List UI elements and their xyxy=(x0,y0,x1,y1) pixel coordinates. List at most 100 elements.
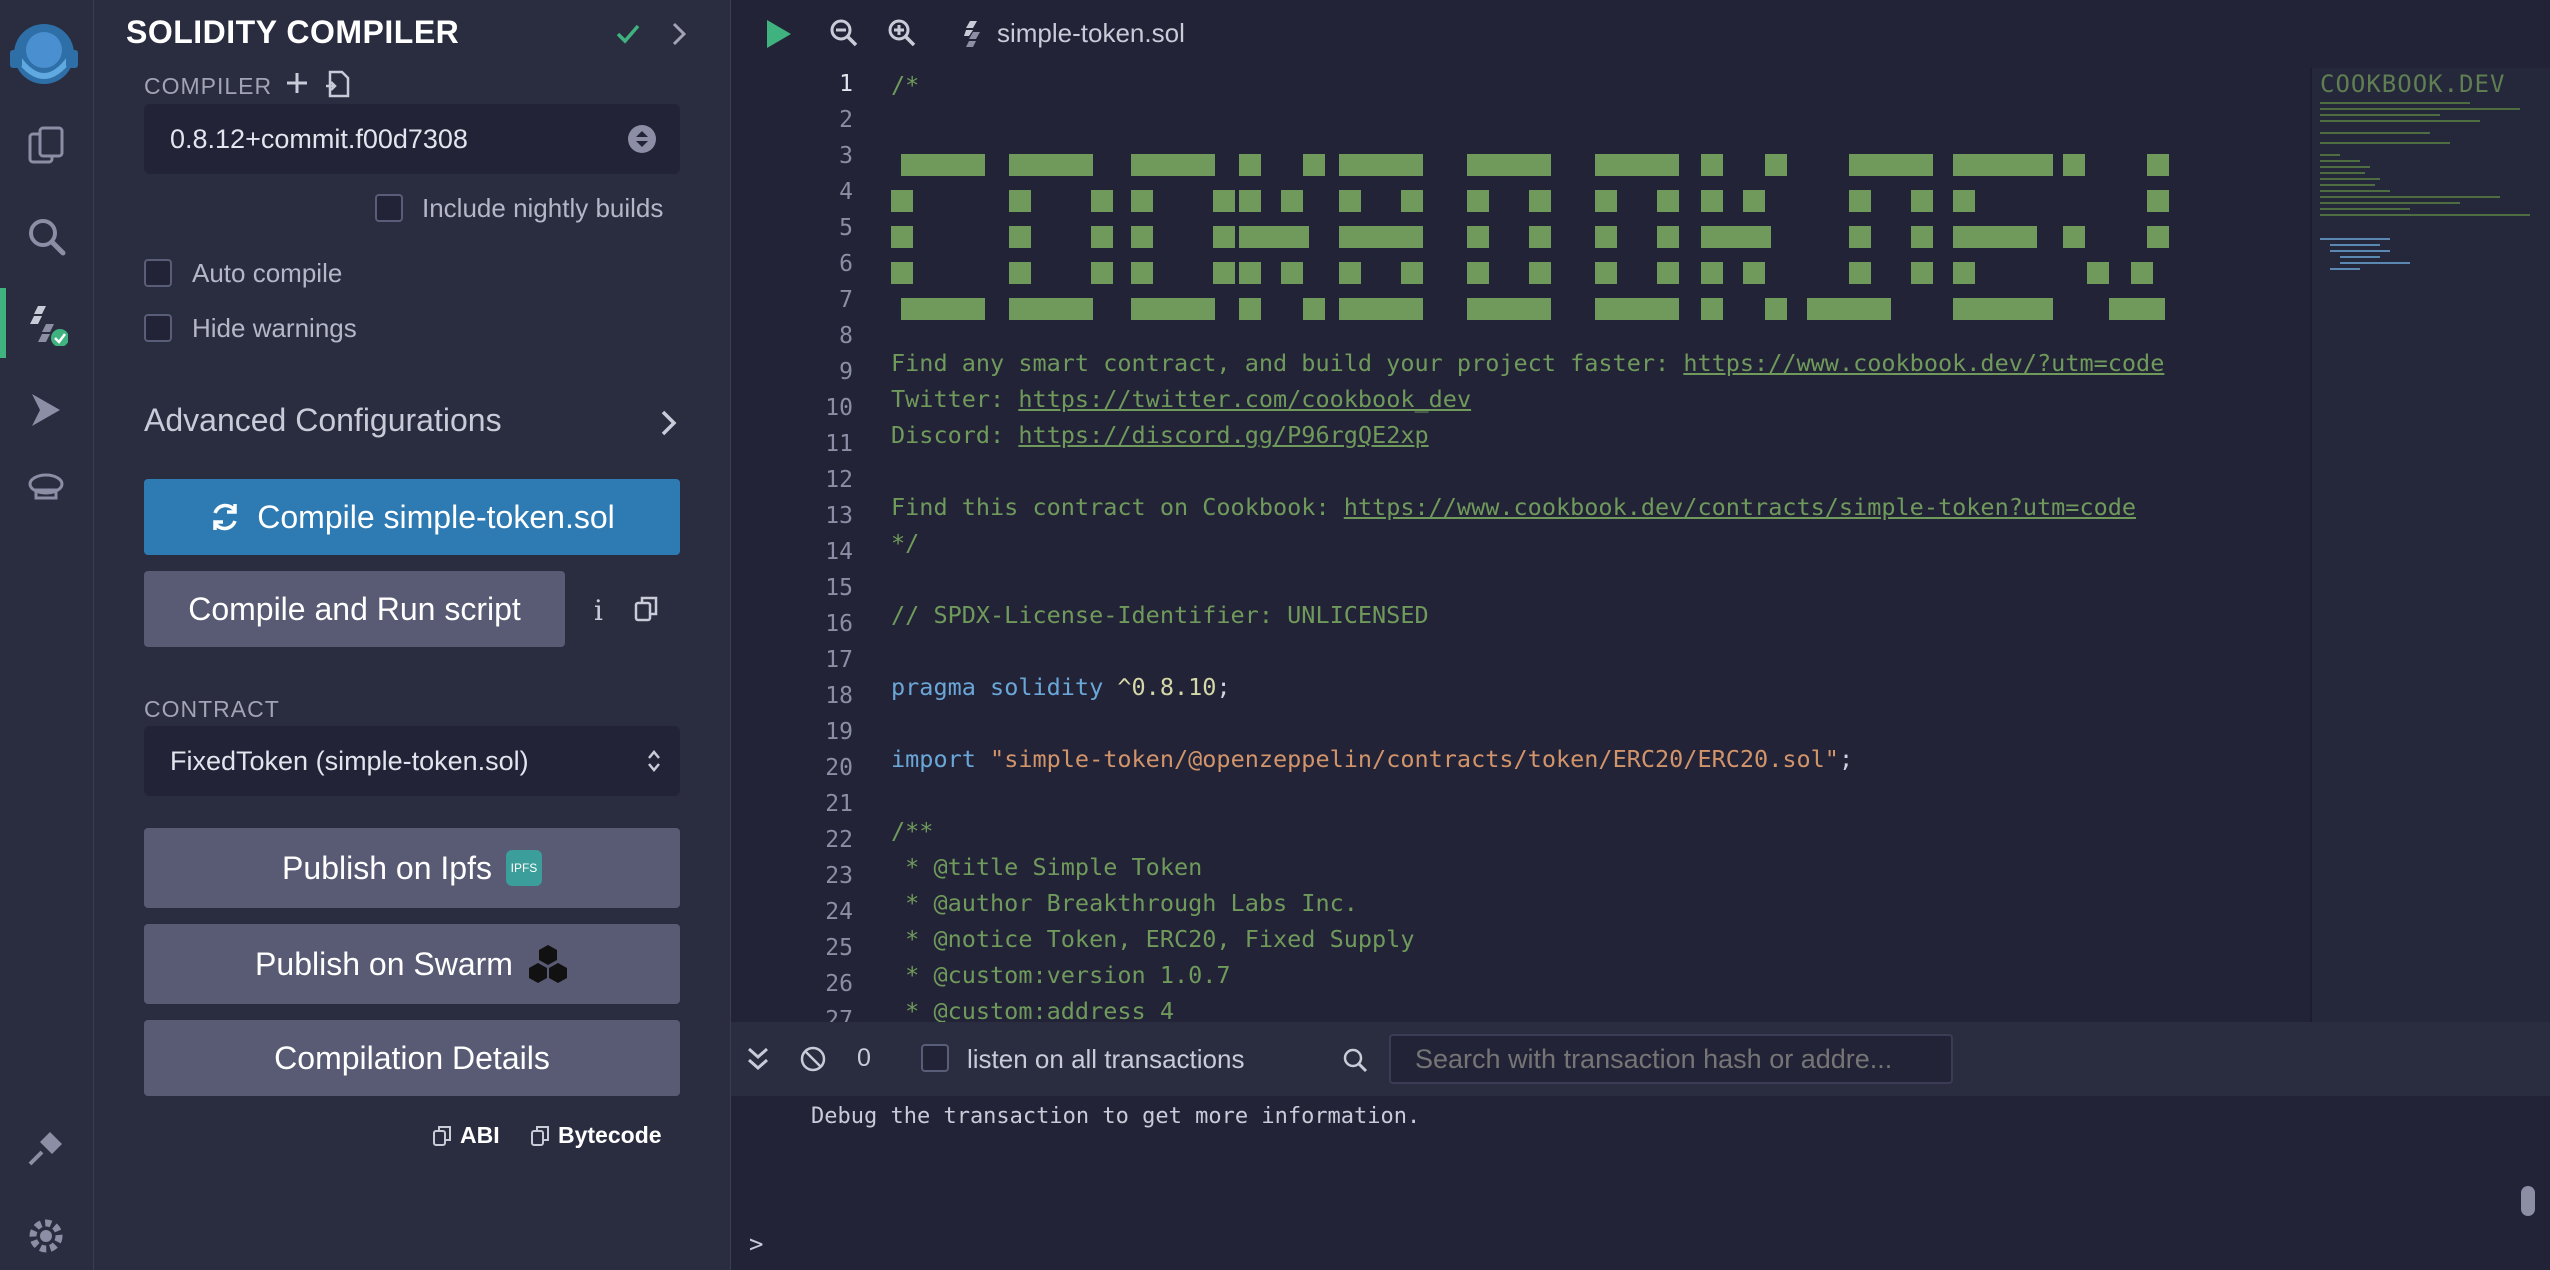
check-icon xyxy=(614,20,642,53)
line-number: 3 xyxy=(839,143,853,169)
line-number: 13 xyxy=(825,503,853,529)
editor-minimap[interactable]: COOKBOOK.DEV xyxy=(2310,68,2550,1022)
compiler-label: COMPILER xyxy=(144,73,273,99)
bytecode-label: Bytecode xyxy=(558,1122,662,1148)
publish-swarm-button[interactable]: Publish on Swarm xyxy=(144,924,680,1004)
remix-logo-icon[interactable] xyxy=(4,14,84,94)
plugin-manager-icon[interactable] xyxy=(18,1120,74,1176)
line-number: 6 xyxy=(839,251,853,277)
solidity-file-icon xyxy=(964,20,980,47)
icon-rail xyxy=(0,0,94,1270)
auto-compile-checkbox[interactable] xyxy=(144,259,172,287)
abi-label: ABI xyxy=(460,1122,500,1148)
chevron-right-icon[interactable] xyxy=(668,20,692,53)
code-line: * @custom:address 4 xyxy=(891,997,1174,1022)
clear-console-icon[interactable] xyxy=(799,1045,827,1078)
line-number: 1 xyxy=(839,71,853,97)
line-number: 21 xyxy=(825,791,853,817)
listen-all-transactions-checkbox[interactable] xyxy=(921,1044,949,1072)
compiler-version-value: 0.8.12+commit.f00d7308 xyxy=(170,123,468,154)
minimap-code-preview xyxy=(2320,102,2530,270)
line-number: 7 xyxy=(839,287,853,313)
hide-warnings-label: Hide warnings xyxy=(192,313,357,343)
chevron-right-icon xyxy=(658,408,680,443)
code-line: Find this contract on Cookbook: https://… xyxy=(891,493,2137,521)
code-line: Twitter: https://twitter.com/cookbook_de… xyxy=(891,385,1472,413)
line-number: 20 xyxy=(825,755,853,781)
line-number: 4 xyxy=(839,179,853,205)
contract-select[interactable]: FixedToken (simple-token.sol) xyxy=(144,726,680,796)
line-number: 8 xyxy=(839,323,853,349)
terminal-toolbar: 0 listen on all transactions xyxy=(731,1022,2550,1096)
advanced-configurations-label: Advanced Configurations xyxy=(144,402,502,438)
line-number: 24 xyxy=(825,899,853,925)
code-line: * @title Simple Token xyxy=(891,853,1203,881)
copy-abi-button[interactable]: ABI xyxy=(432,1122,500,1149)
line-number: 14 xyxy=(825,539,853,565)
deploy-run-icon[interactable] xyxy=(18,382,74,438)
contract-link[interactable]: https://www.cookbook.dev/contracts/simpl… xyxy=(1344,493,2136,521)
contract-select-value: FixedToken (simple-token.sol) xyxy=(170,745,529,776)
terminal-message: Debug the transaction to get more inform… xyxy=(811,1104,1421,1129)
search-icon[interactable] xyxy=(18,208,74,264)
swarm-logo-icon xyxy=(527,943,569,985)
panel-title: SOLIDITY COMPILER xyxy=(126,14,460,50)
compile-button-label: Compile simple-token.sol xyxy=(257,498,615,535)
code-line: pragma solidity ^0.8.10; xyxy=(891,673,1231,701)
compile-run-script-label: Compile and Run script xyxy=(188,590,521,627)
line-number: 9 xyxy=(839,359,853,385)
hide-warnings-checkbox[interactable] xyxy=(144,314,172,342)
add-compiler-icon[interactable] xyxy=(284,70,310,101)
load-compiler-file-icon[interactable] xyxy=(324,70,350,103)
line-number: 16 xyxy=(825,611,853,637)
auto-compile-label: Auto compile xyxy=(192,258,343,288)
cookbook-link[interactable]: https://www.cookbook.dev/?utm=code xyxy=(1683,349,2164,377)
line-number: 23 xyxy=(825,863,853,889)
line-number: 18 xyxy=(825,683,853,709)
line-number: 11 xyxy=(825,431,853,457)
publish-ipfs-button[interactable]: Publish on Ipfs IPFS xyxy=(144,828,680,908)
code-line: * @author Breakthrough Labs Inc. xyxy=(891,889,1358,917)
line-number: 17 xyxy=(825,647,853,673)
zoom-in-icon[interactable] xyxy=(887,18,917,53)
file-tab[interactable]: simple-token.sol xyxy=(963,18,1185,49)
compile-run-script-button[interactable]: Compile and Run script xyxy=(144,571,565,647)
terminal-output[interactable]: Debug the transaction to get more inform… xyxy=(731,1096,2550,1270)
twitter-link[interactable]: https://twitter.com/cookbook_dev xyxy=(1018,385,1471,413)
advanced-configurations-toggle[interactable]: Advanced Configurations xyxy=(144,398,680,446)
nightly-builds-label: Include nightly builds xyxy=(422,193,664,223)
copy-icon xyxy=(531,1125,549,1146)
run-play-icon[interactable] xyxy=(763,18,793,55)
copy-icon xyxy=(433,1125,451,1146)
compilation-details-button[interactable]: Compilation Details xyxy=(144,1020,680,1096)
listen-all-transactions-label: listen on all transactions xyxy=(967,1044,1245,1074)
code-line: import "simple-token/@openzeppelin/contr… xyxy=(891,745,1854,773)
copy-bytecode-button[interactable]: Bytecode xyxy=(530,1122,662,1149)
code-line: */ xyxy=(891,529,920,557)
compiler-version-select[interactable]: 0.8.12+commit.f00d7308 xyxy=(144,104,680,174)
nightly-builds-checkbox[interactable] xyxy=(375,194,403,222)
line-number: 26 xyxy=(825,971,853,997)
select-stepper-icon xyxy=(628,125,656,153)
file-tab-label: simple-token.sol xyxy=(997,18,1185,48)
info-icon[interactable]: i xyxy=(594,594,603,627)
cookbook-chef-icon[interactable] xyxy=(18,460,74,516)
terminal-scrollbar[interactable] xyxy=(2521,1186,2535,1216)
compile-button[interactable]: Compile simple-token.sol xyxy=(144,479,680,555)
line-number: 27 xyxy=(825,1007,853,1022)
pending-tx-count: 0 xyxy=(857,1044,871,1072)
file-explorer-icon[interactable] xyxy=(18,118,74,174)
line-number-gutter: 1 2 3 4 5 6 7 8 9 10 11 12 13 14 15 16 17 18 19 20 21 22 23 24 2… xyxy=(731,68,853,1022)
code-editor[interactable]: 1 2 3 4 5 6 7 8 9 10 11 12 13 14 15 16 17 18 19 20 21 22 23 24 2… xyxy=(731,68,2550,1022)
code-line: Discord: https://discord.gg/P96rgQE2xp xyxy=(891,421,1429,449)
transaction-search-input[interactable] xyxy=(1389,1034,1953,1084)
discord-link[interactable]: https://discord.gg/P96rgQE2xp xyxy=(1018,421,1428,449)
solidity-compiler-icon[interactable] xyxy=(18,296,74,352)
settings-gear-icon[interactable] xyxy=(18,1208,74,1264)
collapse-terminal-icon[interactable] xyxy=(745,1045,771,1078)
zoom-out-icon[interactable] xyxy=(829,18,859,53)
terminal-prompt[interactable]: > xyxy=(749,1230,763,1258)
code-line: /** xyxy=(891,817,934,845)
line-number: 12 xyxy=(825,467,853,493)
copy-icon[interactable] xyxy=(634,596,658,627)
